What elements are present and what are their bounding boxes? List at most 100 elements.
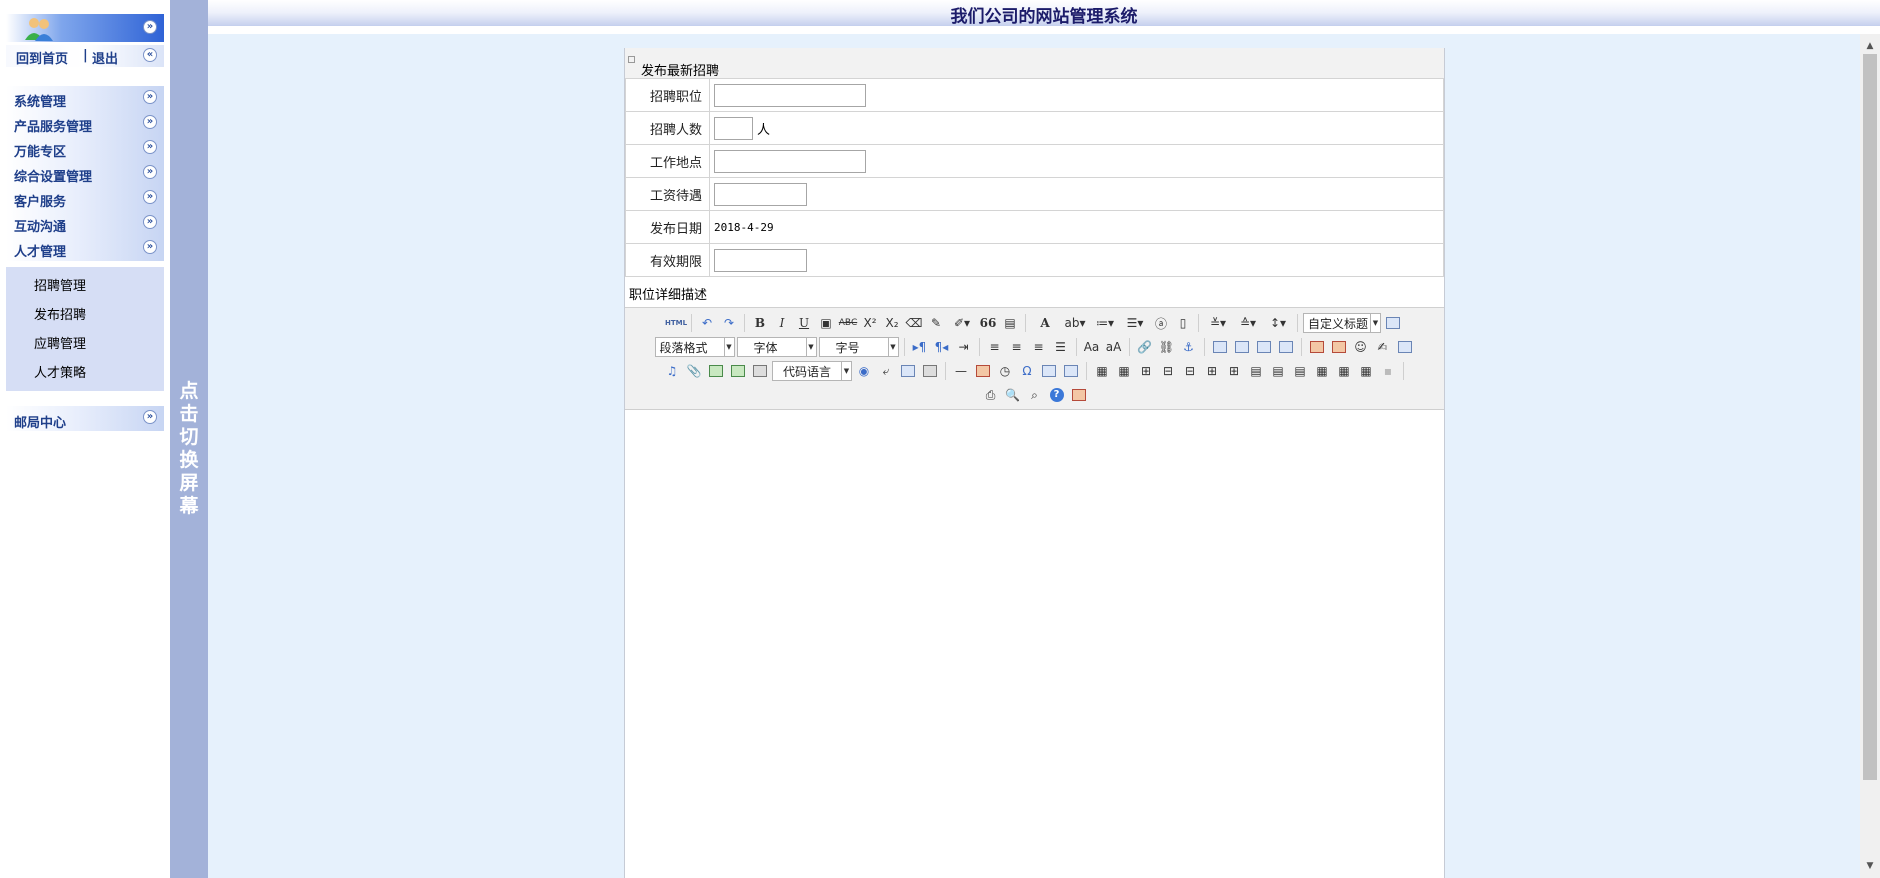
row-spacing-top-icon[interactable]: ≚▾: [1204, 313, 1232, 333]
paragraph-format-select[interactable]: 段落格式 ▼: [654, 337, 735, 357]
chevron-down-icon[interactable]: »: [143, 190, 157, 204]
preview-icon[interactable]: [1383, 313, 1403, 333]
time-icon[interactable]: ◷: [995, 361, 1015, 381]
submenu-item-applicant-manage[interactable]: 应聘管理: [34, 333, 86, 352]
search-replace-icon[interactable]: ⌕: [1025, 385, 1045, 405]
vertical-scrollbar[interactable]: ▲ ▼: [1860, 34, 1880, 878]
sidebar-item-products[interactable]: 产品服务管理 »: [6, 111, 164, 136]
background-icon[interactable]: [920, 361, 940, 381]
code-language-select[interactable]: 代码语言 ▼: [772, 361, 852, 381]
sidebar-item-interaction[interactable]: 互动沟通 »: [6, 211, 164, 236]
multi-image-icon[interactable]: [1329, 337, 1349, 357]
preview-search-icon[interactable]: 🔍: [1003, 385, 1023, 405]
sidebar-item-settings[interactable]: 综合设置管理 »: [6, 161, 164, 186]
bold-button[interactable]: B: [750, 313, 770, 333]
image-right-icon[interactable]: [1232, 337, 1252, 357]
strikethrough-button[interactable]: ABC: [838, 313, 858, 333]
submenu-item-recruit-manage[interactable]: 招聘管理: [34, 275, 86, 294]
underline-button[interactable]: U: [794, 313, 814, 333]
submenu-item-talent-strategy[interactable]: 人才策略: [34, 362, 86, 381]
draft-icon[interactable]: [1069, 385, 1089, 405]
chevron-down-icon[interactable]: »: [143, 115, 157, 129]
insert-row-icon[interactable]: ⊟: [1158, 361, 1178, 381]
template-icon[interactable]: [898, 361, 918, 381]
web-app-icon[interactable]: ◉: [854, 361, 874, 381]
iframe-icon[interactable]: [750, 361, 770, 381]
home-link[interactable]: 回到首页: [16, 48, 68, 67]
merge-right-icon[interactable]: ▤: [1268, 361, 1288, 381]
chevron-down-icon[interactable]: »: [143, 165, 157, 179]
delete-col-icon[interactable]: ⊞: [1224, 361, 1244, 381]
special-chars-button[interactable]: Ω: [1017, 361, 1037, 381]
delete-table-icon[interactable]: ▦: [1114, 361, 1134, 381]
case-upper-icon[interactable]: Aa: [1082, 337, 1102, 357]
validity-input[interactable]: [714, 248, 807, 272]
chevron-down-icon[interactable]: »: [143, 410, 157, 424]
snap-screen-icon[interactable]: [1039, 361, 1059, 381]
editor-content-area[interactable]: [625, 410, 1444, 878]
subscript-button[interactable]: X₂: [882, 313, 902, 333]
anchor-icon[interactable]: ⚓: [1179, 337, 1199, 357]
submenu-item-publish-recruit[interactable]: 发布招聘: [34, 304, 86, 323]
superscript-button[interactable]: X²: [860, 313, 880, 333]
format-brush-icon[interactable]: ✎: [926, 313, 946, 333]
map-icon[interactable]: [706, 361, 726, 381]
font-border-icon[interactable]: ▣: [816, 313, 836, 333]
split-rows-icon[interactable]: ▦: [1334, 361, 1354, 381]
print-icon[interactable]: ⎙: [981, 385, 1001, 405]
auto-format-icon[interactable]: ✐▾: [948, 313, 976, 333]
ordered-list-icon[interactable]: ≔▾: [1091, 313, 1119, 333]
unordered-list-icon[interactable]: ☰▾: [1121, 313, 1149, 333]
align-right-icon[interactable]: ≡: [1029, 337, 1049, 357]
position-input[interactable]: [714, 83, 866, 107]
row-spacing-bottom-icon[interactable]: ≙▾: [1234, 313, 1262, 333]
date-icon[interactable]: [973, 361, 993, 381]
rtl-icon[interactable]: ¶◂: [932, 337, 952, 357]
video-icon[interactable]: [1395, 337, 1415, 357]
indent-icon[interactable]: ⇥: [954, 337, 974, 357]
text-a-icon[interactable]: ⓐ: [1151, 313, 1171, 333]
horizontal-rule-icon[interactable]: —: [951, 361, 971, 381]
select-arrow-icon[interactable]: ▼: [805, 338, 816, 356]
sidebar-item-talent[interactable]: 人才管理 »: [6, 236, 164, 261]
chart-icon[interactable]: ▪: [1378, 361, 1398, 381]
sidebar-expand-icon[interactable]: »: [143, 20, 157, 34]
image-center-icon[interactable]: [1276, 337, 1296, 357]
merge-down-icon[interactable]: ▤: [1290, 361, 1310, 381]
align-center-icon[interactable]: ≡: [1007, 337, 1027, 357]
page-icon[interactable]: ▯: [1173, 313, 1193, 333]
chevron-down-icon[interactable]: »: [143, 215, 157, 229]
link-icon[interactable]: 🔗: [1135, 337, 1155, 357]
collapse-box-icon[interactable]: [628, 56, 635, 63]
font-size-select[interactable]: 字号 ▼: [818, 337, 899, 357]
sidebar-item-system[interactable]: 系统管理 »: [6, 86, 164, 111]
italic-button[interactable]: I: [772, 313, 792, 333]
delete-row-icon[interactable]: ⊟: [1180, 361, 1200, 381]
align-left-icon[interactable]: ≡: [985, 337, 1005, 357]
location-input[interactable]: [714, 149, 866, 173]
scroll-up-icon[interactable]: ▲: [1860, 38, 1880, 54]
page-break-icon[interactable]: ⤶: [876, 361, 896, 381]
merge-cells-icon[interactable]: ▤: [1246, 361, 1266, 381]
image-none-icon[interactable]: [1254, 337, 1274, 357]
undo-icon[interactable]: ↶: [697, 313, 717, 333]
sidebar-item-universal[interactable]: 万能专区 »: [6, 136, 164, 161]
select-arrow-icon[interactable]: ▼: [1370, 314, 1380, 332]
insert-table-icon[interactable]: ▦: [1092, 361, 1112, 381]
paste-plain-icon[interactable]: ▤: [1000, 313, 1020, 333]
chevron-down-icon[interactable]: »: [143, 240, 157, 254]
chevron-down-icon[interactable]: »: [143, 140, 157, 154]
music-icon[interactable]: ♫: [662, 361, 682, 381]
eraser-icon[interactable]: ⌫: [904, 313, 924, 333]
insert-image-icon[interactable]: [1307, 337, 1327, 357]
ltr-icon[interactable]: ▸¶: [910, 337, 930, 357]
headcount-input[interactable]: [714, 116, 753, 140]
gmap-icon[interactable]: [728, 361, 748, 381]
word-image-icon[interactable]: [1061, 361, 1081, 381]
select-arrow-icon[interactable]: ▼: [723, 338, 734, 356]
redo-icon[interactable]: ↷: [719, 313, 739, 333]
insert-paragraph-before-table-icon[interactable]: ⊞: [1136, 361, 1156, 381]
html-source-button[interactable]: HTML: [665, 313, 687, 333]
highlight-color-icon[interactable]: ab▾: [1061, 313, 1089, 333]
sidebar-item-customer[interactable]: 客户服务 »: [6, 186, 164, 211]
